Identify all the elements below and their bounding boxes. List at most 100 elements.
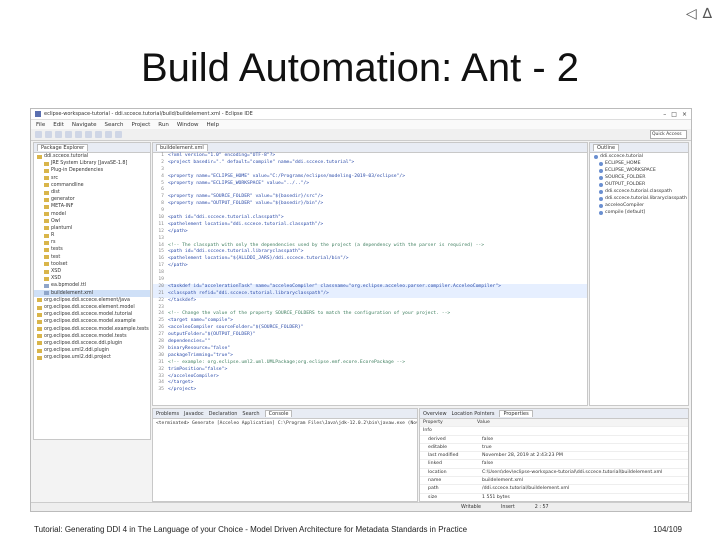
property-row[interactable]: editable true: [420, 444, 688, 453]
tab-outline[interactable]: Outline: [593, 144, 620, 151]
tree-item[interactable]: tests: [34, 246, 150, 253]
tree-item[interactable]: buildelement.xml: [34, 289, 150, 297]
tree-item[interactable]: org.eclipse.ddi.sccece.model.tests: [34, 333, 150, 340]
outline-item[interactable]: ddi.sccece.tutorial.libraryclasspath: [590, 195, 688, 202]
tab-properties[interactable]: Properties: [499, 410, 533, 417]
forward-icon[interactable]: [115, 131, 122, 138]
folder-icon: [44, 212, 49, 217]
tree-item[interactable]: plantuml: [34, 225, 150, 232]
outline-item[interactable]: ECLIPSE_HOME: [590, 160, 688, 167]
tab-location-pointers[interactable]: Location Pointers: [452, 411, 495, 417]
outline-item[interactable]: ECLIPSE_WORKSPACE: [590, 167, 688, 174]
menu-navigate[interactable]: Navigate: [72, 122, 97, 128]
outline-item[interactable]: OUTPUT_FOLDER: [590, 181, 688, 188]
tree-item[interactable]: org.eclipse.uml2.ddi.plugin: [34, 347, 150, 354]
property-row[interactable]: last modified November 28, 2019 at 2:43:2…: [420, 452, 688, 461]
outline-item[interactable]: ddi.sccece.tutorial: [590, 153, 688, 160]
code-line: 17 </path>: [153, 263, 587, 270]
property-row[interactable]: path/ddi.sccece.tutorial/buildelement.xm…: [420, 485, 688, 494]
tree-item[interactable]: META-INF: [34, 203, 150, 210]
line-number: 22: [158, 297, 164, 303]
close-button[interactable]: ×: [682, 111, 687, 118]
menu-file[interactable]: File: [36, 122, 45, 128]
tree-item[interactable]: org.eclipse.ddi.sccece.element.model: [34, 304, 150, 311]
element-icon: [599, 203, 603, 208]
tab-problems[interactable]: Problems: [156, 411, 179, 417]
tree-item[interactable]: rs: [34, 239, 150, 246]
tree-item[interactable]: org.eclipse.ddi.sccece.model.example.tes…: [34, 326, 150, 333]
tab-declaration[interactable]: Declaration: [209, 411, 238, 417]
minimize-button[interactable]: –: [663, 111, 666, 118]
tree-item[interactable]: ddi.sccece.tutorial: [34, 153, 150, 160]
tree-item-label: org.eclipse.ddi.sccece.ddi.plugin: [44, 340, 123, 346]
tree-item[interactable]: XSD: [34, 268, 150, 275]
tree-item[interactable]: Owl: [34, 218, 150, 225]
tree-item[interactable]: org.eclipse.ddi.sccece.model.tutorial: [34, 311, 150, 318]
tree-item[interactable]: generator: [34, 196, 150, 203]
tab-overview[interactable]: Overview: [423, 411, 447, 417]
package-explorer: Package Explorer ddi.sccece.tutorial JRE …: [33, 142, 151, 440]
outline-item[interactable]: ddi.sccece.tutorial.classpath: [590, 188, 688, 195]
property-row[interactable]: derived false: [420, 436, 688, 444]
code-text: <!-- example: org.eclipse.uml2.uml.UMLPa…: [168, 359, 406, 365]
tree-item-label: org.eclipse.ddi.sccece.model.tutorial: [44, 312, 133, 318]
tree-item[interactable]: dist: [34, 189, 150, 196]
line-number: 28: [158, 339, 164, 345]
external-tools-icon[interactable]: [85, 131, 92, 138]
tree-item[interactable]: toolset: [34, 261, 150, 268]
search-icon[interactable]: [95, 131, 102, 138]
print-icon[interactable]: [55, 131, 62, 138]
tree-item[interactable]: XSD: [34, 275, 150, 282]
property-row[interactable]: linked false: [420, 460, 688, 469]
folder-icon: [37, 334, 42, 339]
tab-buildelement-xml[interactable]: buildelement.xml: [156, 144, 208, 151]
quick-access-input[interactable]: Quick Access: [650, 130, 687, 139]
tree-item[interactable]: src: [34, 175, 150, 182]
run-icon[interactable]: [75, 131, 82, 138]
property-value: /ddi.sccece.tutorial/buildelement.xml: [482, 486, 570, 492]
menu-help[interactable]: Help: [207, 122, 220, 128]
tab-package-explorer[interactable]: Package Explorer: [37, 144, 89, 151]
tree-item[interactable]: Plug-in Dependencies: [34, 167, 150, 174]
tree-item[interactable]: R: [34, 232, 150, 239]
new-icon[interactable]: [35, 131, 42, 138]
tab-console[interactable]: Console: [264, 410, 293, 417]
outline-item[interactable]: acceleoCompiler: [590, 202, 688, 209]
code-line: 34 </target>: [153, 380, 587, 387]
tab-javadoc[interactable]: Javadoc: [184, 411, 204, 417]
menu-run[interactable]: Run: [158, 122, 169, 128]
line-number: 9: [161, 208, 164, 214]
code-area[interactable]: 1 <?xml version="1.0" encoding="UTF-8"?> 2…: [153, 153, 587, 394]
tree-item[interactable]: model: [34, 211, 150, 218]
back-icon[interactable]: [105, 131, 112, 138]
tree-item[interactable]: commandline: [34, 182, 150, 189]
eclipse-app-icon: [35, 111, 41, 117]
menu-window[interactable]: Window: [177, 122, 199, 128]
tree-item[interactable]: org.eclipse.ddi.sccece.element/java: [34, 297, 150, 304]
tree-item[interactable]: org.eclipse.ddi.sccece.model.example: [34, 318, 150, 325]
tree-item[interactable]: test: [34, 254, 150, 261]
save-icon[interactable]: [45, 131, 52, 138]
tree-item[interactable]: org.eclipse.ddi.sccece.ddi.plugin: [34, 340, 150, 347]
up-slide-icon[interactable]: ∆: [703, 6, 712, 22]
tab-search[interactable]: Search: [242, 411, 259, 417]
menu-edit[interactable]: Edit: [53, 122, 64, 128]
property-key: path: [428, 486, 439, 492]
outline-item[interactable]: SOURCE_FOLDER: [590, 174, 688, 181]
property-row[interactable]: name buildelement.xml: [420, 477, 688, 486]
tree-item[interactable]: ea.bpmodel.ttl: [34, 282, 150, 289]
tree-item[interactable]: JRE System Library [JavaSE-1.8]: [34, 160, 150, 167]
code-line: 21 <classpath refid="ddi.sccece.tutorial…: [153, 290, 587, 298]
property-row[interactable]: location C:\Users\dev\eclipse-workspace-t…: [420, 469, 688, 478]
property-row[interactable]: size 1 551 bytes: [420, 494, 688, 501]
tree-item[interactable]: org.eclipse.uml2.ddi.project: [34, 354, 150, 361]
debug-icon[interactable]: [65, 131, 72, 138]
code-text: <?xml version="1.0" encoding="UTF-8"?>: [168, 153, 276, 158]
menu-project[interactable]: Project: [131, 122, 150, 128]
property-value: false: [482, 461, 494, 467]
console-tabs: Problems Javadoc Declaration Search Console: [153, 409, 417, 419]
previous-slide-icon[interactable]: ◁: [686, 6, 697, 22]
outline-item[interactable]: compile [default]: [590, 209, 688, 216]
menu-search[interactable]: Search: [105, 122, 124, 128]
maximize-button[interactable]: □: [671, 111, 677, 118]
